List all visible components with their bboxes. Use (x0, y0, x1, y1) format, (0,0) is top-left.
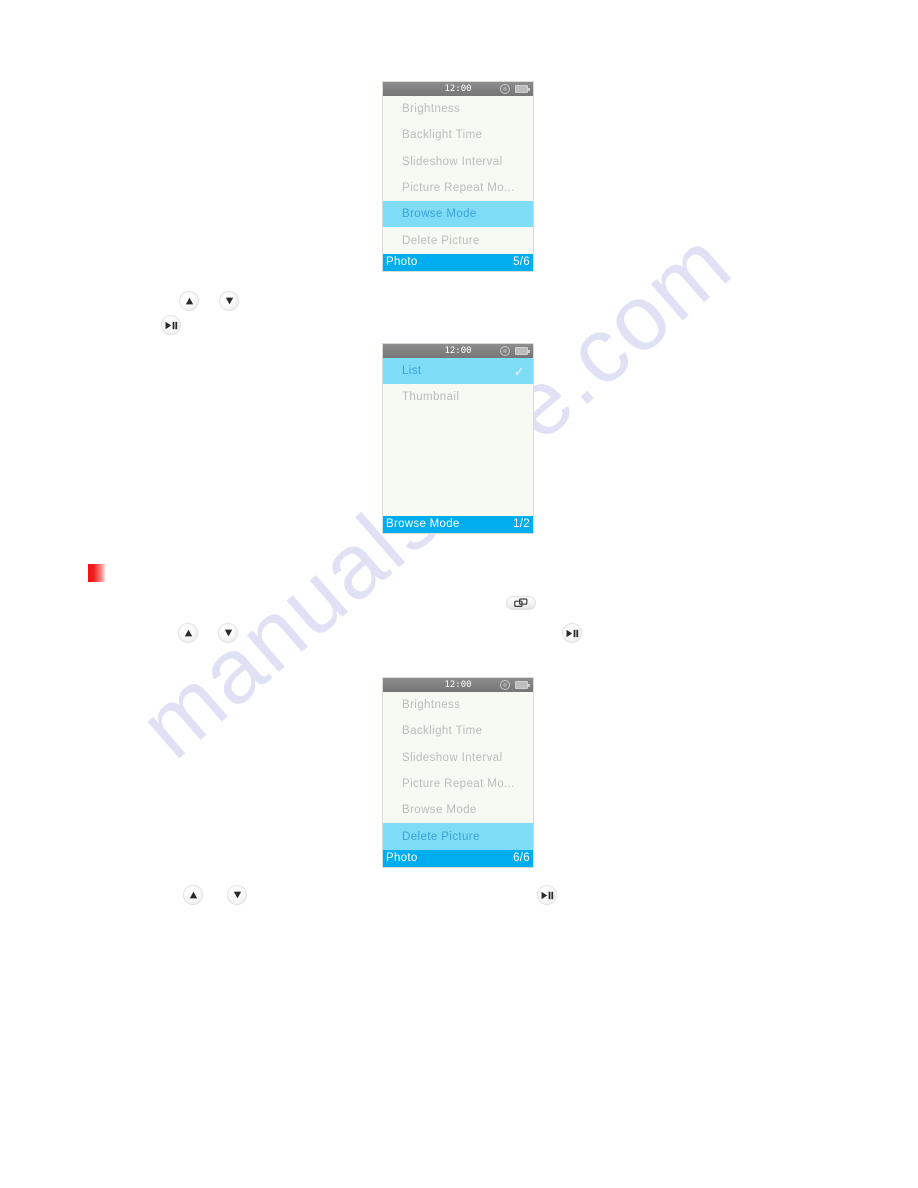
play-pause-icon (165, 321, 177, 329)
list-item[interactable]: Brightness (383, 96, 533, 122)
settings-list: Brightness Backlight Time Slideshow Inte… (383, 96, 533, 254)
list-item[interactable]: Slideshow Interval (383, 149, 533, 175)
status-icon-group (500, 84, 530, 94)
play-pause-icon (541, 891, 553, 899)
down-arrow-icon (225, 297, 233, 305)
clock-label: 12:00 (444, 679, 472, 690)
clock-label: 12:00 (444, 345, 472, 356)
list-item-label: Browse Mode (402, 804, 477, 817)
list-item-label: Picture Repeat Mo... (402, 182, 515, 195)
sound-icon (500, 680, 510, 690)
down-arrow-icon (233, 891, 241, 899)
list-item-label: Picture Repeat Mo... (402, 778, 515, 791)
play-pause-button-1[interactable] (161, 315, 181, 335)
list-item-label: Thumbnail (402, 391, 460, 404)
down-button-1[interactable] (219, 291, 239, 311)
footer-count: 5/6 (513, 256, 530, 269)
list-item[interactable]: Delete Picture (383, 227, 533, 253)
status-icon-group (500, 680, 530, 690)
list-item[interactable]: Brightness (383, 692, 533, 718)
up-arrow-icon (185, 297, 193, 305)
list-item[interactable]: Backlight Time (383, 122, 533, 148)
up-button-2[interactable] (178, 623, 198, 643)
footer-count: 6/6 (513, 852, 530, 865)
settings-list: Brightness Backlight Time Slideshow Inte… (383, 692, 533, 850)
down-button-3[interactable] (227, 885, 247, 905)
list-item-label: Delete Picture (402, 830, 480, 843)
play-pause-icon (566, 629, 578, 637)
footer-title: Browse Mode (386, 518, 460, 531)
device-screen-browse-mode-options: 12:00 List ✓ Thumbnail Browse Mode 1/2 (382, 343, 534, 534)
down-arrow-icon (224, 629, 232, 637)
sound-icon (500, 346, 510, 356)
play-pause-button-2[interactable] (562, 623, 582, 643)
menu-button[interactable] (506, 596, 536, 610)
list-item-label: Backlight Time (402, 725, 483, 738)
status-bar: 12:00 (383, 344, 533, 358)
list-item-label: Browse Mode (402, 208, 477, 221)
clock-label: 12:00 (444, 83, 472, 94)
up-button-1[interactable] (179, 291, 199, 311)
red-square-marker (88, 564, 105, 582)
footer-bar: Photo 5/6 (383, 253, 533, 271)
list-empty-area (383, 410, 533, 516)
checkmark-icon: ✓ (513, 363, 525, 379)
list-item-label: Delete Picture (402, 234, 480, 247)
footer-count: 1/2 (513, 518, 530, 531)
play-pause-button-3[interactable] (537, 885, 557, 905)
list-item-label: Slideshow Interval (402, 155, 503, 168)
list-item[interactable]: Picture Repeat Mo... (383, 771, 533, 797)
device-screen-photo-settings-delete-picture: 12:00 Brightness Backlight Time Slidesho… (382, 677, 534, 868)
up-arrow-icon (189, 891, 197, 899)
list-item[interactable]: Browse Mode (383, 797, 533, 823)
battery-icon (515, 85, 530, 93)
footer-title: Photo (386, 852, 418, 865)
battery-icon (515, 681, 530, 689)
up-arrow-icon (184, 629, 192, 637)
list-item-label: Brightness (402, 699, 461, 712)
list-item-selected[interactable]: Browse Mode (383, 201, 533, 228)
footer-title: Photo (386, 256, 418, 269)
list-item-selected[interactable]: List ✓ (383, 358, 533, 385)
footer-bar: Photo 6/6 (383, 849, 533, 867)
list-item-label: Backlight Time (402, 129, 483, 142)
window-switch-icon (514, 598, 528, 607)
footer-bar: Browse Mode 1/2 (383, 515, 533, 533)
device-screen-photo-settings-browse-mode: 12:00 Brightness Backlight Time Slidesho… (382, 81, 534, 272)
list-item[interactable]: Backlight Time (383, 718, 533, 744)
list-item-label: List (402, 365, 422, 378)
status-bar: 12:00 (383, 678, 533, 692)
list-item[interactable]: Slideshow Interval (383, 745, 533, 771)
battery-icon (515, 347, 530, 355)
list-item-label: Brightness (402, 103, 461, 116)
sound-icon (500, 84, 510, 94)
up-button-3[interactable] (183, 885, 203, 905)
list-item[interactable]: Picture Repeat Mo... (383, 175, 533, 201)
options-list: List ✓ Thumbnail (383, 358, 533, 411)
down-button-2[interactable] (218, 623, 238, 643)
status-icon-group (500, 346, 530, 356)
list-item-label: Slideshow Interval (402, 751, 503, 764)
list-item-selected[interactable]: Delete Picture (383, 823, 533, 850)
list-item[interactable]: Thumbnail (383, 384, 533, 410)
status-bar: 12:00 (383, 82, 533, 96)
